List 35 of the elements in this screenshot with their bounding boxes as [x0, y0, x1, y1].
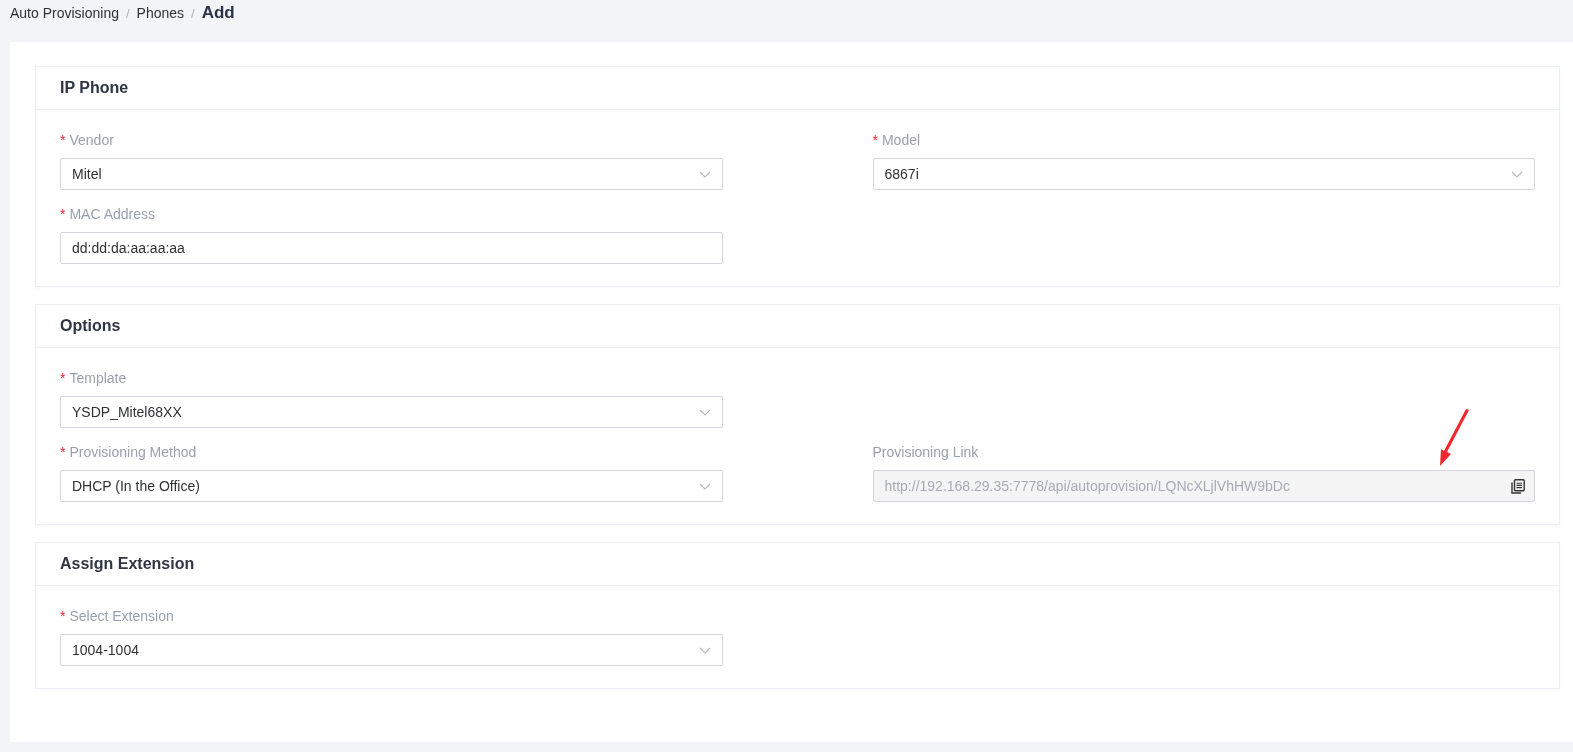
section-title: Assign Extension — [60, 555, 195, 573]
select-field[interactable]: 1004-1004 — [60, 634, 723, 666]
required-mark: * — [872, 132, 878, 148]
breadcrumb-current: Add — [201, 3, 235, 23]
field-label: Select Extension — [69, 608, 174, 624]
select-field[interactable]: DHCP (In the Office) — [60, 470, 723, 502]
select-field[interactable]: YSDP_Mitel68XX — [60, 396, 723, 428]
input-field[interactable]: dd:dd:da:aa:aa:aa — [60, 232, 723, 264]
field-label: Provisioning Method — [69, 444, 197, 460]
copy-icon[interactable] — [1511, 478, 1525, 494]
chevron-down-icon — [1511, 170, 1523, 178]
breadcrumb-link[interactable]: Auto Provisioning — [10, 5, 119, 21]
link-field: http://192.168.29.35:7778/api/autoprovision/LQNcXLjlVhHW9bDc — [872, 470, 1535, 502]
section-title: Options — [60, 317, 121, 335]
select-field[interactable]: 6867i — [872, 158, 1535, 190]
chevron-down-icon — [698, 170, 711, 178]
field-label: Vendor — [69, 132, 114, 148]
required-mark: * — [60, 132, 66, 148]
chevron-down-icon — [698, 408, 711, 416]
field-label: Template — [69, 370, 127, 386]
breadcrumb-separator: / — [191, 5, 195, 21]
chevron-down-icon — [698, 482, 711, 490]
select-field[interactable]: Mitel — [60, 158, 723, 190]
field-label: Model — [881, 132, 921, 148]
field-label: MAC Address — [69, 206, 156, 222]
breadcrumb-link[interactable]: Phones — [136, 5, 185, 21]
annotation-arrow — [1437, 408, 1471, 468]
breadcrumb-separator: / — [125, 5, 130, 21]
section-title: IP Phone — [60, 79, 129, 97]
required-mark: * — [60, 608, 66, 624]
field-label: Provisioning Link — [872, 444, 979, 460]
required-mark: * — [60, 370, 66, 386]
required-mark: * — [60, 206, 66, 222]
required-mark: * — [60, 444, 66, 460]
chevron-down-icon — [698, 646, 711, 654]
